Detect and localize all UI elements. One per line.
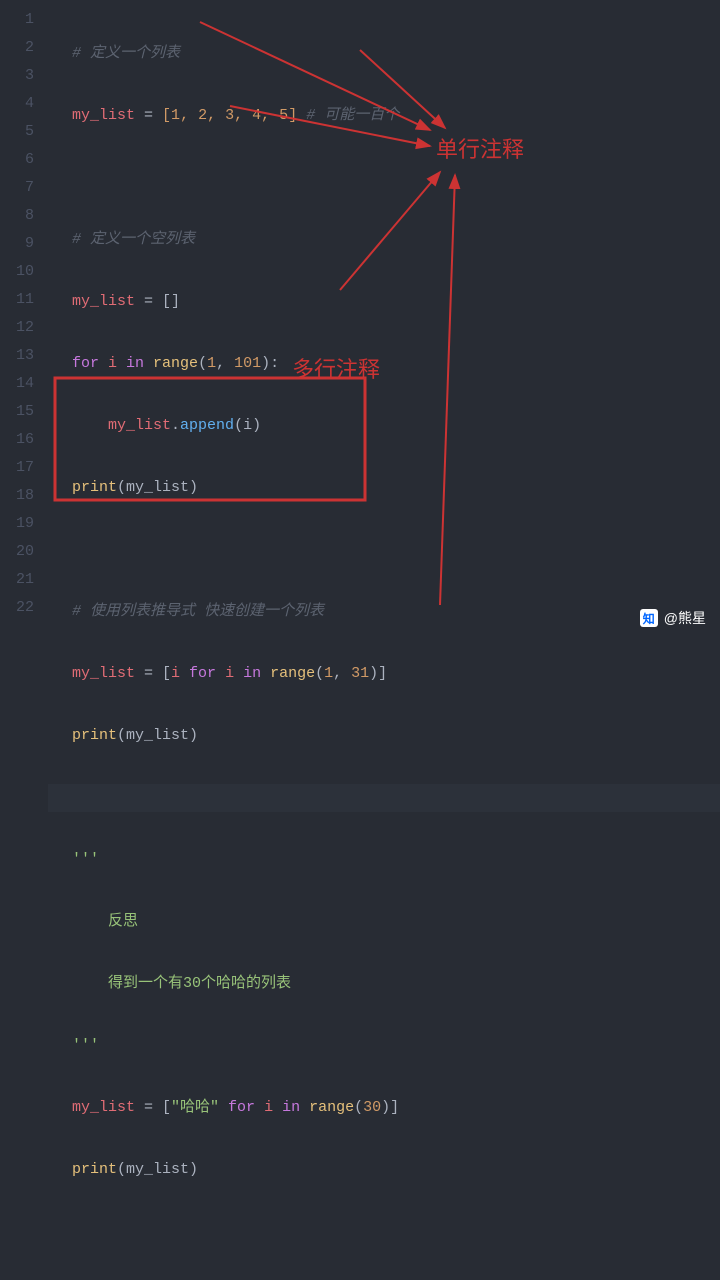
code-line bbox=[72, 164, 720, 192]
code-line bbox=[72, 1218, 720, 1246]
line-number: 10 bbox=[0, 258, 34, 286]
code-editor: 1 2 3 4 5 6 7 8 9 10 11 12 13 14 15 16 1… bbox=[0, 0, 720, 640]
docstring-body: 得到一个有30个哈哈的列表 bbox=[72, 975, 291, 992]
line-number: 21 bbox=[0, 566, 34, 594]
line-number: 12 bbox=[0, 314, 34, 342]
builtin: print bbox=[72, 727, 117, 744]
line-number: 9 bbox=[0, 230, 34, 258]
line-number: 16 bbox=[0, 426, 34, 454]
code-line: my_list.append(i) bbox=[72, 412, 720, 440]
line-number: 6 bbox=[0, 146, 34, 174]
operator: . bbox=[171, 417, 180, 434]
code-line: ''' bbox=[72, 1032, 720, 1060]
code-line: # 定义一个空列表 bbox=[72, 226, 720, 254]
line-number: 8 bbox=[0, 202, 34, 230]
operator: = bbox=[135, 107, 162, 124]
comment-text: # 可能一百个 bbox=[297, 107, 399, 124]
comment-text: # 使用列表推导式 快速创建一个列表 bbox=[72, 603, 324, 620]
line-number: 13 bbox=[0, 342, 34, 370]
line-number-gutter: 1 2 3 4 5 6 7 8 9 10 11 12 13 14 15 16 1… bbox=[0, 0, 48, 640]
code-line: print(my_list) bbox=[72, 722, 720, 750]
operator: = [ bbox=[135, 1099, 171, 1116]
keyword: in bbox=[282, 1099, 300, 1116]
method: append bbox=[180, 417, 234, 434]
variable: my_list bbox=[72, 107, 135, 124]
keyword: for bbox=[72, 355, 99, 372]
line-number: 11 bbox=[0, 286, 34, 314]
code-line: print(my_list) bbox=[72, 474, 720, 502]
code-line: my_list = [1, 2, 3, 4, 5] # 可能一百个 bbox=[72, 102, 720, 130]
operator: = [] bbox=[135, 293, 180, 310]
variable: my_list bbox=[72, 293, 135, 310]
line-number: 1 bbox=[0, 6, 34, 34]
operator: = [ bbox=[135, 665, 171, 682]
line-number: 3 bbox=[0, 62, 34, 90]
variable: i bbox=[171, 665, 189, 682]
watermark: 知 @熊星 bbox=[640, 608, 706, 628]
comment-text: # 定义一个空列表 bbox=[72, 231, 195, 248]
keyword: for bbox=[189, 665, 216, 682]
code-line-highlighted bbox=[48, 784, 720, 812]
builtin: range bbox=[300, 1099, 354, 1116]
variable: i bbox=[216, 665, 243, 682]
args: (30)] bbox=[354, 1099, 399, 1116]
builtin: range bbox=[261, 665, 315, 682]
watermark-text: @熊星 bbox=[664, 608, 706, 628]
indent bbox=[72, 417, 108, 434]
line-number: 7 bbox=[0, 174, 34, 202]
line-number: 15 bbox=[0, 398, 34, 426]
line-number: 18 bbox=[0, 482, 34, 510]
string: "哈哈" bbox=[171, 1099, 219, 1116]
list-literal: [1, 2, 3, 4, 5] bbox=[162, 107, 297, 124]
code-line: 得到一个有30个哈哈的列表 bbox=[72, 970, 720, 998]
line-number: 17 bbox=[0, 454, 34, 482]
args: (1, 101): bbox=[198, 355, 279, 372]
comment-text: # 定义一个列表 bbox=[72, 45, 180, 62]
args: (my_list) bbox=[117, 727, 198, 744]
keyword: in bbox=[243, 665, 261, 682]
builtin: print bbox=[72, 1161, 117, 1178]
line-number: 14 bbox=[0, 370, 34, 398]
line-number: 2 bbox=[0, 34, 34, 62]
docstring-body: 反思 bbox=[72, 913, 138, 930]
code-line bbox=[72, 536, 720, 564]
keyword: for bbox=[219, 1099, 255, 1116]
code-line: # 使用列表推导式 快速创建一个列表 bbox=[72, 598, 720, 626]
variable: my_list bbox=[108, 417, 171, 434]
args: (my_list) bbox=[117, 479, 198, 496]
code-area[interactable]: # 定义一个列表 my_list = [1, 2, 3, 4, 5] # 可能一… bbox=[48, 0, 720, 640]
code-line: my_list = [i for i in range(1, 31)] bbox=[72, 660, 720, 688]
line-number: 5 bbox=[0, 118, 34, 146]
builtin: print bbox=[72, 479, 117, 496]
line-number: 19 bbox=[0, 510, 34, 538]
args: (1, 31)] bbox=[315, 665, 387, 682]
keyword: in bbox=[126, 355, 144, 372]
variable: my_list bbox=[72, 1099, 135, 1116]
variable: i bbox=[255, 1099, 282, 1116]
line-number: 22 bbox=[0, 594, 34, 622]
variable: my_list bbox=[72, 665, 135, 682]
code-line: my_list = [] bbox=[72, 288, 720, 316]
code-line: ''' bbox=[72, 846, 720, 874]
line-number: 20 bbox=[0, 538, 34, 566]
docstring-quote: ''' bbox=[72, 1037, 99, 1054]
args: (my_list) bbox=[117, 1161, 198, 1178]
args: (i) bbox=[234, 417, 261, 434]
code-line: 反思 bbox=[72, 908, 720, 936]
code-line: my_list = ["哈哈" for i in range(30)] bbox=[72, 1094, 720, 1122]
line-number: 4 bbox=[0, 90, 34, 118]
code-line: print(my_list) bbox=[72, 1156, 720, 1184]
code-line: for i in range(1, 101): bbox=[72, 350, 720, 378]
builtin: range bbox=[144, 355, 198, 372]
zhihu-icon: 知 bbox=[640, 609, 658, 627]
code-line: # 定义一个列表 bbox=[72, 40, 720, 68]
variable: i bbox=[99, 355, 126, 372]
docstring-quote: ''' bbox=[72, 851, 99, 868]
